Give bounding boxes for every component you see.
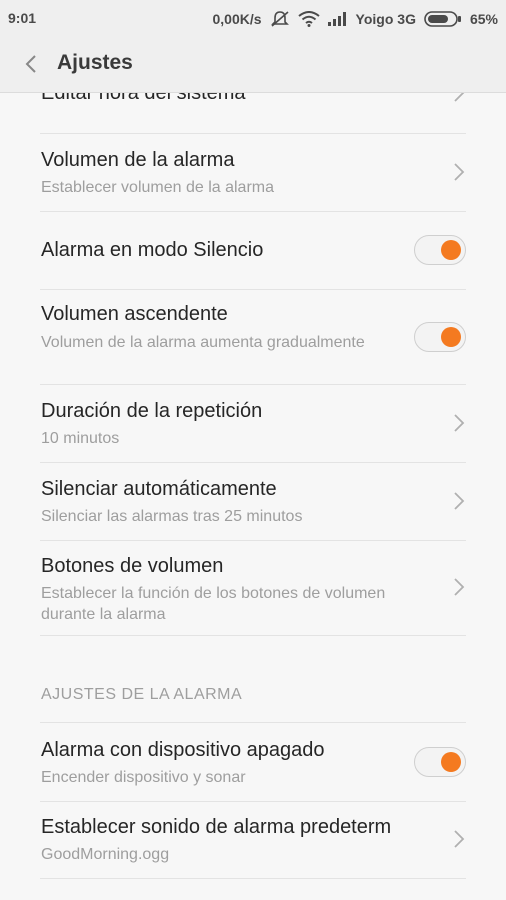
signal-icon — [327, 12, 348, 26]
settings-row-title: Alarma con dispositivo apagado — [41, 739, 325, 761]
settings-row-title: Volumen de la alarma — [41, 149, 235, 171]
settings-row-alarm-volume[interactable]: Volumen de la alarma Establecer volumen … — [40, 133, 466, 212]
status-icons: 0,00K/s Yoigo 3G 65% — [212, 10, 498, 28]
status-time: 9:01 — [8, 10, 37, 26]
settings-row-subtitle: 10 minutos — [41, 430, 120, 447]
settings-row-subtitle: Establecer la función de los botones de … — [41, 585, 386, 623]
chevron-right-icon — [454, 414, 465, 432]
settings-row-title: Botones de volumen — [41, 555, 224, 577]
ascending-volume-toggle[interactable] — [414, 322, 466, 352]
settings-row-title: Duración de la repetición — [41, 400, 263, 422]
page-title: Ajustes — [57, 51, 133, 74]
settings-row-device-off-alarm[interactable]: Alarma con dispositivo apagado Encender … — [40, 722, 466, 802]
chevron-right-icon — [454, 163, 465, 181]
network-speed: 0,00K/s — [212, 11, 262, 27]
mute-notifications-icon — [270, 10, 290, 28]
toggle-knob — [441, 327, 461, 347]
chevron-right-icon — [454, 578, 465, 596]
settings-row-subtitle: Encender dispositivo y sonar — [41, 769, 246, 786]
settings-row-silent-mode[interactable]: Alarma en modo Silencio — [40, 211, 466, 290]
settings-row-title: Alarma en modo Silencio — [41, 239, 264, 261]
settings-row-title: Establecer sonido de alarma predeterm — [41, 816, 392, 838]
toggle-knob — [441, 752, 461, 772]
chevron-right-icon — [454, 830, 465, 848]
carrier-name: Yoigo 3G — [355, 11, 416, 27]
chevron-right-icon — [454, 92, 465, 102]
status-bar: 9:01 0,00K/s Yoigo 3G 65% — [0, 0, 506, 36]
back-icon[interactable] — [18, 50, 46, 78]
settings-row-subtitle: Volumen de la alarma aumenta gradualment… — [41, 334, 365, 351]
settings-row-auto-silence[interactable]: Silenciar automáticamente Silenciar las … — [40, 462, 466, 541]
section-header-alarm-settings: AJUSTES DE LA ALARMA — [41, 686, 243, 703]
settings-row-subtitle: GoodMorning.ogg — [41, 846, 170, 863]
settings-row-ascending-volume[interactable]: Volumen ascendente Volumen de la alarma … — [40, 289, 466, 385]
settings-list: Editar hora del sistema Volumen de la al… — [0, 92, 506, 900]
settings-row-title: Silenciar automáticamente — [41, 478, 277, 500]
settings-row-subtitle: Silenciar las alarmas tras 25 minutos — [41, 508, 303, 525]
settings-row-subtitle: Establecer volumen de la alarma — [41, 179, 275, 196]
settings-row-title: Editar hora del sistema — [41, 92, 246, 104]
toggle-knob — [441, 240, 461, 260]
wifi-icon — [297, 11, 320, 27]
settings-row-edit-time[interactable]: Editar hora del sistema — [40, 92, 466, 134]
settings-row-title: Volumen ascendente — [41, 303, 228, 325]
battery-percent: 65% — [469, 11, 498, 27]
chevron-right-icon — [454, 492, 465, 510]
device-off-alarm-toggle[interactable] — [414, 747, 466, 777]
battery-icon — [424, 11, 462, 27]
silent-mode-toggle[interactable] — [414, 235, 466, 265]
settings-row-default-alarm-sound[interactable]: Establecer sonido de alarma predeterm Go… — [40, 800, 466, 879]
settings-row-volume-buttons[interactable]: Botones de volumen Establecer la función… — [40, 540, 466, 636]
settings-row-snooze-duration[interactable]: Duración de la repetición 10 minutos — [40, 384, 466, 463]
app-header: Ajustes — [0, 36, 506, 93]
